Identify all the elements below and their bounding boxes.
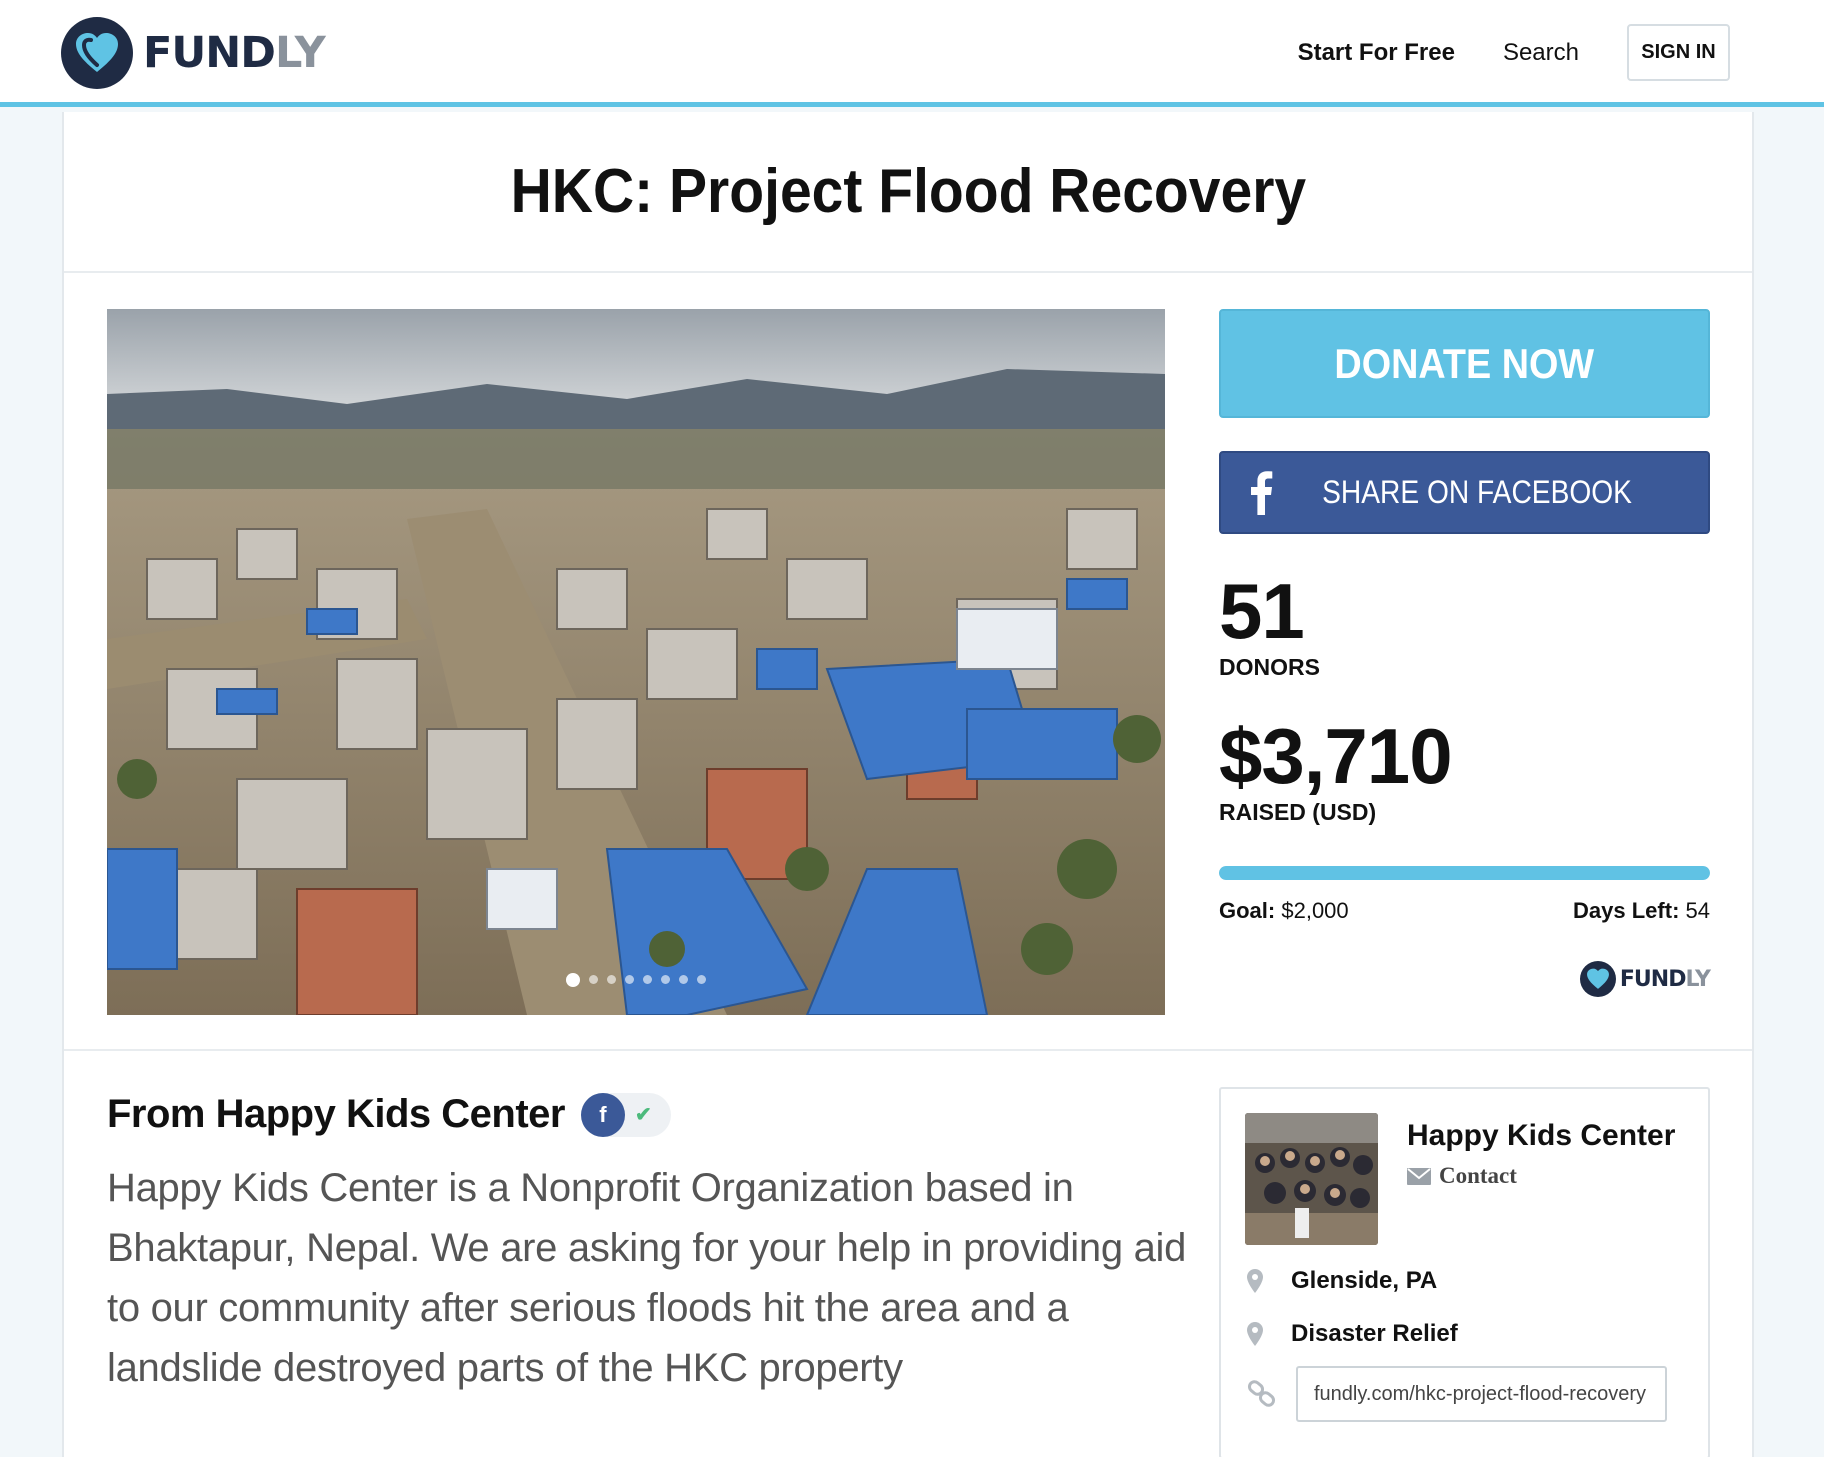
raised-label: RAISED (USD) (1219, 799, 1377, 825)
fundly-logo[interactable]: FUNDLY (61, 17, 326, 89)
donation-panel: DONATE NOW SHARE ON FACEBOOK 51 DONORS $… (1219, 309, 1711, 997)
check-icon: ✔ (634, 1104, 652, 1126)
section-divider (64, 1049, 1752, 1051)
share-on-facebook-button[interactable]: SHARE ON FACEBOOK (1219, 451, 1710, 534)
slideshow-dot[interactable] (661, 975, 670, 984)
title-bar: HKC: Project Flood Recovery (64, 112, 1752, 273)
raised-stat: $3,710 RAISED (USD) (1219, 712, 1453, 826)
campaign-card: HKC: Project Flood Recovery DONATE NOW S… (62, 112, 1754, 1457)
slideshow-dot[interactable] (625, 975, 634, 984)
donors-label: DONORS (1219, 654, 1320, 680)
fundly-small-logo[interactable]: FUNDLY (1579, 961, 1711, 997)
top-nav: Start For Free Search SIGN IN (1298, 24, 1730, 81)
contact-label: Contact (1439, 1163, 1517, 1188)
location-row: Glenside, PA (1247, 1267, 1437, 1295)
facebook-icon: f (580, 1092, 625, 1137)
sign-in-button[interactable]: SIGN IN (1627, 24, 1730, 81)
campaign-photo[interactable] (107, 309, 1165, 1015)
category-row: Disaster Relief (1247, 1320, 1458, 1348)
donate-now-button[interactable]: DONATE NOW (1219, 309, 1710, 418)
slideshow-dot[interactable] (607, 975, 616, 984)
goal-row: Goal: $2,000 Days Left: 54 (1219, 898, 1710, 924)
logo-wordmark: FUNDLY (143, 28, 326, 78)
organizer-card: Happy Kids Center Contact Glenside, PA D… (1219, 1087, 1710, 1457)
organizer-description: Happy Kids Center is a Nonprofit Organiz… (107, 1166, 1187, 1390)
location-pin-icon (1247, 1322, 1263, 1346)
heart-logo-icon (1579, 961, 1616, 997)
contact-link[interactable]: Contact (1407, 1163, 1517, 1189)
slideshow-dot[interactable] (589, 975, 598, 984)
days-left-value: 54 (1685, 898, 1710, 923)
slideshow-dot[interactable] (697, 975, 706, 984)
days-left: Days Left: 54 (1573, 898, 1710, 924)
heart-logo-icon (61, 17, 133, 89)
campaign-title: HKC: Project Flood Recovery (510, 157, 1306, 226)
mail-icon (1407, 1167, 1431, 1185)
location-pin-icon (1247, 1269, 1263, 1293)
location-text: Glenside, PA (1291, 1267, 1438, 1294)
share-on-facebook-label: SHARE ON FACEBOOK (1322, 474, 1633, 510)
facebook-verified-badge[interactable]: f ✔ (580, 1092, 671, 1137)
goal-value: $2,000 (1281, 898, 1349, 923)
progress-fill (1219, 866, 1710, 880)
campaign-url-field[interactable]: fundly.com/hkc-project-flood-recovery (1296, 1366, 1667, 1422)
organizer-name[interactable]: Happy Kids Center (1407, 1119, 1675, 1153)
slideshow-dot[interactable] (566, 973, 580, 987)
small-logo-wordmark: FUNDLY (1619, 966, 1711, 992)
progress-bar (1219, 866, 1710, 880)
donors-count: 51 (1219, 567, 1305, 655)
donors-stat: 51 DONORS (1219, 572, 1320, 681)
slideshow-dot[interactable] (679, 975, 688, 984)
goal-label: Goal: (1219, 898, 1276, 923)
category-text: Disaster Relief (1291, 1320, 1458, 1347)
goal: Goal: $2,000 (1219, 898, 1349, 924)
days-left-label: Days Left: (1573, 898, 1680, 923)
organizer-avatar[interactable] (1245, 1113, 1378, 1245)
start-for-free-link[interactable]: Start For Free (1298, 39, 1455, 67)
site-header: FUNDLY Start For Free Search SIGN IN (0, 0, 1824, 107)
organizer-heading-text: From Happy Kids Center (107, 1092, 565, 1136)
search-link[interactable]: Search (1503, 39, 1579, 67)
link-icon (1247, 1380, 1276, 1407)
organizer-heading: From Happy Kids Center f ✔ (107, 1092, 671, 1137)
donate-now-label: DONATE NOW (1334, 339, 1595, 387)
slideshow-dot[interactable] (643, 975, 652, 984)
slideshow-dots (107, 973, 1165, 987)
raised-amount: $3,710 (1219, 712, 1453, 800)
flood-scene-image (107, 309, 1165, 1015)
